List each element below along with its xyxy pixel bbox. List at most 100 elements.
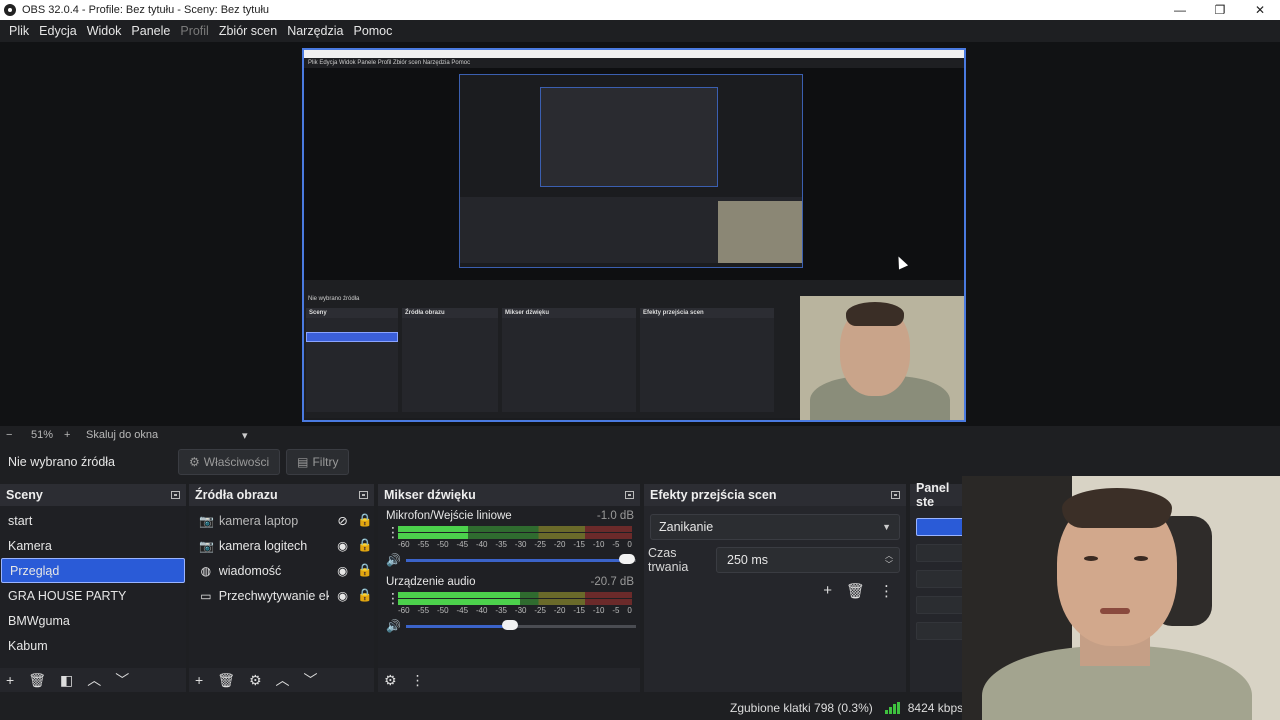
close-button[interactable]: ✕ xyxy=(1240,3,1280,17)
meter-tick-label: -40 xyxy=(475,540,488,549)
volume-slider[interactable]: 🔊 xyxy=(386,552,636,568)
meter-ticks: -60 -55 -50 -45 -40 -35 -30 -25 -20 -15 -10 -5 0 xyxy=(398,606,632,616)
person-mouth xyxy=(1100,608,1130,614)
slider-thumb[interactable] xyxy=(501,619,518,630)
volume-meter: -60 -55 -50 -45 -40 -35 -30 -25 -20 -15 -10 -5 0 xyxy=(398,526,632,550)
kebab-menu-icon[interactable]: ⋮ xyxy=(411,672,425,689)
webcam-overlay xyxy=(962,476,1280,720)
channel-db: -20.7 dB xyxy=(590,576,634,588)
undock-icon[interactable] xyxy=(891,491,900,499)
slider-thumb[interactable] xyxy=(618,553,635,564)
minimize-button[interactable]: — xyxy=(1160,3,1200,17)
source-item[interactable]: 📷 kamera logitech ◉ 🔒 xyxy=(189,533,374,558)
menu-plik[interactable]: Plik xyxy=(4,24,34,38)
menu-pomoc[interactable]: Pomoc xyxy=(348,24,397,38)
scene-item[interactable]: start xyxy=(0,508,186,533)
undock-icon[interactable] xyxy=(625,491,634,499)
preview-canvas[interactable]: Plik Edycja Widok Panele Profil Zbiór sc… xyxy=(302,48,966,422)
filter-icon[interactable]: ◧ xyxy=(60,672,73,689)
menu-narzedzia[interactable]: Narzędzia xyxy=(282,24,348,38)
trash-icon[interactable]: 🗑 xyxy=(217,672,235,689)
meter-tick-label: -10 xyxy=(592,606,605,615)
meter-tick-label: -30 xyxy=(514,540,527,549)
scenes-dock: Sceny start Kamera Przegląd GRA HOUSE PA… xyxy=(0,484,186,692)
nested-mixer-title: Mikser dźwięku xyxy=(502,308,636,318)
nested-sources-title: Źródła obrazu xyxy=(402,308,498,318)
source-item[interactable]: 📷 kamera laptop ⊘ 🔒 xyxy=(189,508,374,533)
no-source-label: Nie wybrano źródła xyxy=(8,455,115,469)
menu-zbior-scen[interactable]: Zbiór scen xyxy=(214,24,282,38)
volume-slider[interactable]: 🔊 xyxy=(386,618,636,634)
speaker-icon[interactable]: 🔊 xyxy=(386,619,402,633)
lock-icon[interactable]: 🔒 xyxy=(356,513,374,528)
sources-list: 📷 kamera laptop ⊘ 🔒 📷 kamera logitech ◉ … xyxy=(189,506,374,668)
meter-ticks: -60 -55 -50 -45 -40 -35 -30 -25 -20 -15 -10 -5 0 xyxy=(398,540,632,550)
add-source-button[interactable]: + xyxy=(195,672,203,688)
scene-item[interactable]: BMWguma xyxy=(0,608,186,633)
menu-panele[interactable]: Panele xyxy=(126,24,175,38)
eye-icon[interactable]: ◉ xyxy=(333,538,353,553)
trash-icon[interactable]: 🗑 xyxy=(846,582,865,600)
menu-edycja[interactable]: Edycja xyxy=(34,24,82,38)
scene-item-selected[interactable]: Przegląd xyxy=(1,558,185,583)
mixer-channel: Urządzenie audio -20.7 dB ⋮ -60 -55 -50 -45… xyxy=(378,572,640,638)
chevron-up-icon[interactable]: ︿ xyxy=(87,670,101,690)
meter-tick-label: -35 xyxy=(495,540,507,549)
eye-hidden-icon[interactable]: ⊘ xyxy=(333,513,353,528)
filters-button[interactable]: ▤ Filtry xyxy=(286,449,350,475)
kebab-menu-icon[interactable]: ⋮ xyxy=(879,582,894,600)
add-transition-button[interactable]: + xyxy=(823,582,832,600)
mixer-channels: Mikrofon/Wejście liniowe -1.0 dB ⋮ -60 -5… xyxy=(378,506,640,668)
nested-scenes-dock: Sceny xyxy=(306,308,398,412)
lock-icon[interactable]: 🔒 xyxy=(356,563,374,578)
chevron-down-icon[interactable]: ﹀ xyxy=(304,670,318,690)
meter-tick-label: -60 xyxy=(398,540,410,549)
zoom-in-button[interactable]: + xyxy=(64,429,78,441)
gear-icon[interactable]: ⚙ xyxy=(249,672,262,689)
lock-icon[interactable]: 🔒 xyxy=(356,538,374,553)
duration-input[interactable]: 250 ms ︿ ﹀ xyxy=(716,547,900,573)
meter-tick-label: -40 xyxy=(475,606,488,615)
add-scene-button[interactable]: + xyxy=(6,672,14,688)
eye-icon[interactable]: ◉ xyxy=(333,588,353,603)
nested-title-bar xyxy=(304,50,964,58)
chevron-down-icon[interactable]: ﹀ xyxy=(115,670,129,690)
source-item[interactable]: ▭ Przechwytywanie ekra ◉ 🔒 xyxy=(189,583,374,608)
scene-item[interactable]: Kabum xyxy=(0,633,186,658)
advanced-audio-icon[interactable]: ⚙ xyxy=(384,672,397,689)
mixer-toolbar: ⚙ ⋮ xyxy=(378,668,640,692)
monitor-icon: ▭ xyxy=(200,588,212,603)
nested-sources-dock: Źródła obrazu xyxy=(402,308,498,412)
trash-icon[interactable]: 🗑 xyxy=(28,672,46,689)
deep-nested-preview xyxy=(540,87,718,187)
chevron-down-icon[interactable]: ▾ xyxy=(242,429,248,442)
lock-icon[interactable]: 🔒 xyxy=(356,588,374,603)
eye-icon[interactable]: ◉ xyxy=(333,563,353,578)
menu-widok[interactable]: Widok xyxy=(82,24,127,38)
chevron-up-icon[interactable]: ︿ xyxy=(276,670,290,690)
properties-button[interactable]: ⚙ Właściwości xyxy=(178,449,281,475)
undock-icon[interactable] xyxy=(171,491,180,499)
sources-toolbar: + 🗑 ⚙ ︿ ﹀ xyxy=(189,668,374,692)
nested-selected-scene xyxy=(306,332,398,342)
zoom-out-button[interactable]: − xyxy=(6,429,20,441)
restore-button[interactable]: ❐ xyxy=(1200,3,1240,17)
scale-mode-select[interactable]: Skaluj do okna xyxy=(86,429,242,441)
meter-tick-label: -35 xyxy=(495,606,507,615)
speaker-icon[interactable]: 🔊 xyxy=(386,553,402,567)
slider-track[interactable] xyxy=(406,553,636,564)
meter-tick-label: -5 xyxy=(612,606,620,615)
source-item[interactable]: ◍ wiadomość ◉ 🔒 xyxy=(189,558,374,583)
slider-track[interactable] xyxy=(406,619,636,630)
volume-meter: -60 -55 -50 -45 -40 -35 -30 -25 -20 -15 -10 -5 0 xyxy=(398,592,632,616)
spin-arrows-icon[interactable]: ︿ ﹀ xyxy=(885,551,893,569)
person-eye xyxy=(1084,556,1098,561)
scene-item[interactable]: GRA HOUSE PARTY xyxy=(0,583,186,608)
undock-icon[interactable] xyxy=(359,491,368,499)
scene-item[interactable]: Kamera xyxy=(0,533,186,558)
duration-label: Czas trwania xyxy=(648,546,689,574)
meter-level xyxy=(398,526,469,532)
nested-transitions-dock: Efekty przejścia scen xyxy=(640,308,774,412)
meter-tick-label: 0 xyxy=(627,540,632,549)
transition-select[interactable]: Zanikanie ▼ xyxy=(650,514,900,540)
